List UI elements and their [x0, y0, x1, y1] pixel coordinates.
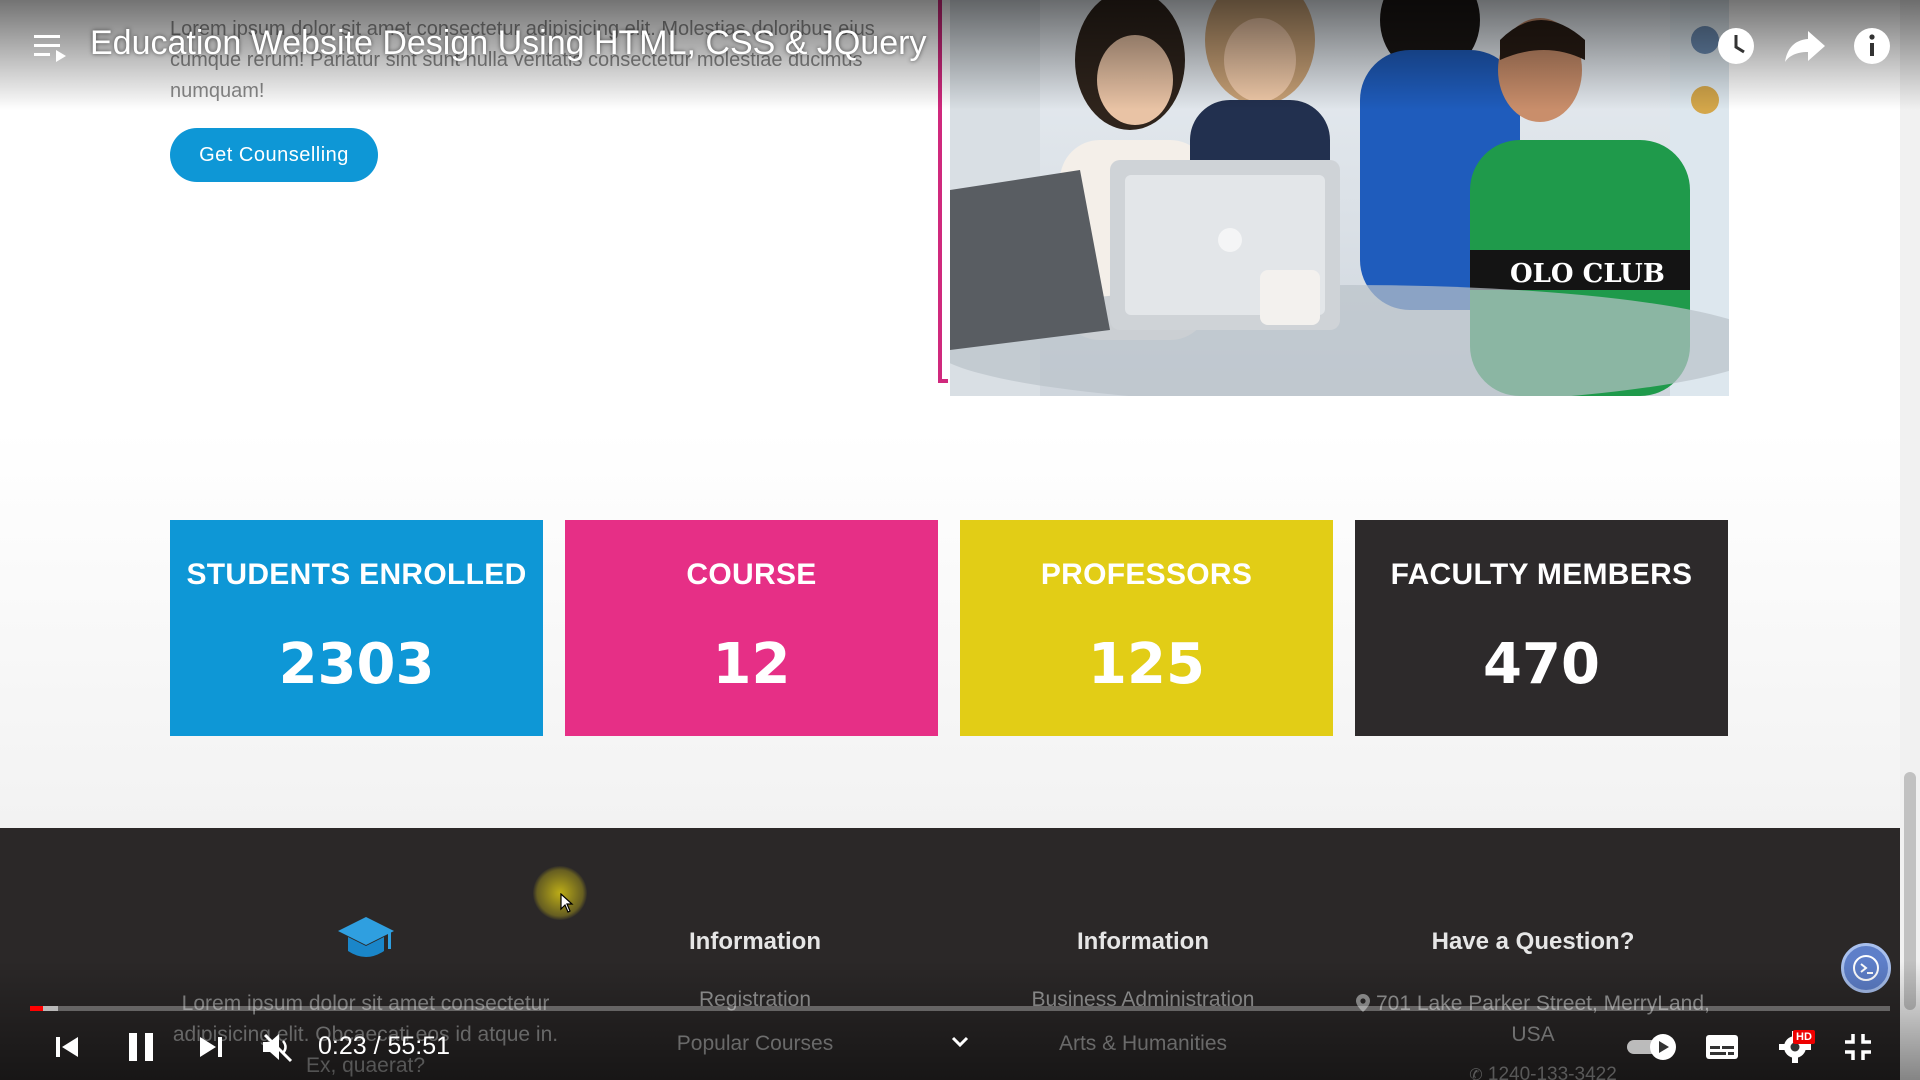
- page-scrollbar[interactable]: [1900, 0, 1920, 1080]
- footer-info-title-1: Information: [689, 928, 821, 955]
- stat-label: COURSE: [686, 558, 817, 591]
- previous-icon[interactable]: [50, 1030, 84, 1064]
- next-icon[interactable]: [194, 1030, 228, 1064]
- exit-fullscreen-icon[interactable]: [1840, 1030, 1876, 1064]
- settings-icon[interactable]: HD: [1772, 1028, 1818, 1066]
- website-page: Lorem ipsum dolor sit amet consectetur a…: [0, 0, 1900, 1080]
- chevron-up-icon[interactable]: [946, 1030, 974, 1052]
- phone-icon: ✆: [1469, 1067, 1483, 1080]
- mouse-pointer-icon: [560, 892, 574, 918]
- footer-link-arts-humanities[interactable]: Arts & Humanities: [993, 1032, 1293, 1056]
- pause-icon[interactable]: [122, 1028, 160, 1066]
- stat-card-students: STUDENTS ENROLLED 2303: [170, 520, 543, 736]
- stat-card-course: COURSE 12: [565, 520, 938, 736]
- students-photo: OLO CLUB: [950, 0, 1729, 396]
- svg-text:OLO CLUB: OLO CLUB: [1510, 259, 1665, 289]
- stat-value: 125: [1088, 632, 1205, 697]
- stat-value: 12: [712, 632, 791, 697]
- muted-volume-icon[interactable]: [258, 1028, 298, 1066]
- progress-played: [30, 1006, 43, 1011]
- stat-label: PROFESSORS: [1040, 558, 1253, 591]
- stat-card-faculty: FACULTY MEMBERS 470: [1355, 520, 1728, 736]
- stat-card-professors: PROFESSORS 125: [960, 520, 1333, 736]
- subtitles-icon[interactable]: [1704, 1032, 1740, 1062]
- time-display: 0:23 / 55:51: [318, 1032, 451, 1060]
- photo-accent-frame: [938, 0, 948, 383]
- hd-badge: HD: [1793, 1030, 1815, 1044]
- footer-phone: ✆ 1240-133-3422: [1443, 1064, 1643, 1080]
- stat-label: STUDENTS ENROLLED: [186, 558, 527, 591]
- stat-value: 2303: [278, 632, 435, 697]
- info-icon[interactable]: [1850, 24, 1894, 68]
- footer-link-popular-courses[interactable]: Popular Courses: [640, 1032, 870, 1056]
- footer-question-title: Have a Question?: [1431, 928, 1635, 955]
- autoplay-toggle-icon[interactable]: [1624, 1030, 1682, 1064]
- share-icon[interactable]: [1782, 26, 1828, 66]
- stat-label: FACULTY MEMBERS: [1390, 558, 1693, 591]
- video-progress-bar[interactable]: [30, 1006, 1890, 1011]
- footer-info-title-2: Information: [1077, 928, 1209, 955]
- video-title[interactable]: Education Website Design Using HTML, CSS…: [90, 24, 927, 63]
- stat-value: 470: [1483, 632, 1600, 697]
- watch-later-icon[interactable]: [1714, 24, 1758, 68]
- graduation-cap-icon: [336, 915, 396, 967]
- get-counselling-button[interactable]: Get Counselling: [170, 128, 378, 182]
- chat-assistant-icon[interactable]: [1841, 943, 1891, 993]
- scrollbar-thumb[interactable]: [1904, 772, 1916, 1010]
- phone-text: 1240-133-3422: [1487, 1064, 1617, 1080]
- playlist-icon[interactable]: [32, 30, 70, 64]
